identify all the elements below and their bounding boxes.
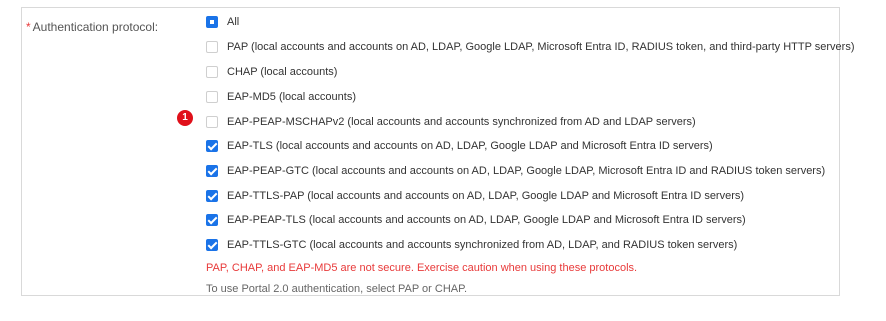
eap-peap-tls-checkbox[interactable] <box>206 214 218 226</box>
eap-md5-checkbox[interactable] <box>206 91 218 103</box>
option-all[interactable]: All <box>206 12 239 32</box>
pap-checkbox[interactable] <box>206 41 218 53</box>
option-label: EAP-TTLS-PAP (local accounts and account… <box>227 190 745 202</box>
option-label: All <box>227 16 240 28</box>
option-eap-peap-mschapv2[interactable]: EAP-PEAP-MSCHAPv2 (local accounts and ac… <box>206 112 696 132</box>
option-pap[interactable]: PAP (local accounts and accounts on AD, … <box>206 37 855 57</box>
option-chap[interactable]: CHAP (local accounts) <box>206 62 337 82</box>
portal-hint: To use Portal 2.0 authentication, select… <box>206 283 468 295</box>
option-eap-tls[interactable]: EAP-TLS (local accounts and accounts on … <box>206 136 713 156</box>
field-label: * Authentication protocol: <box>26 20 158 34</box>
eap-tls-checkbox[interactable] <box>206 140 218 152</box>
option-label: EAP-PEAP-MSCHAPv2 (local accounts and ac… <box>227 116 696 128</box>
option-label: PAP (local accounts and accounts on AD, … <box>227 41 855 53</box>
required-mark: * <box>26 20 31 34</box>
authentication-protocol-panel: * Authentication protocol: 1 All PAP (loc… <box>21 7 855 296</box>
eap-peap-mschapv2-checkbox[interactable] <box>206 116 218 128</box>
security-warning: PAP, CHAP, and EAP-MD5 are not secure. E… <box>206 262 638 274</box>
option-eap-ttls-pap[interactable]: EAP-TTLS-PAP (local accounts and account… <box>206 186 744 206</box>
option-label: CHAP (local accounts) <box>227 66 338 78</box>
chap-checkbox[interactable] <box>206 66 218 78</box>
option-label: EAP-PEAP-GTC (local accounts and account… <box>227 165 826 177</box>
option-label: EAP-TLS (local accounts and accounts on … <box>227 140 713 152</box>
option-label: EAP-PEAP-TLS (local accounts and account… <box>227 214 746 226</box>
eap-ttls-gtc-checkbox[interactable] <box>206 239 218 251</box>
option-label: EAP-MD5 (local accounts) <box>227 91 356 103</box>
option-label: EAP-TTLS-GTC (local accounts and account… <box>227 239 738 251</box>
option-eap-ttls-gtc[interactable]: EAP-TTLS-GTC (local accounts and account… <box>206 235 737 255</box>
field-label-text: Authentication protocol: <box>32 20 159 34</box>
eap-peap-gtc-checkbox[interactable] <box>206 165 218 177</box>
eap-ttls-pap-checkbox[interactable] <box>206 190 218 202</box>
all-checkbox[interactable] <box>206 16 218 28</box>
callout-badge: 1 <box>177 110 193 126</box>
option-eap-md5[interactable]: EAP-MD5 (local accounts) <box>206 87 356 107</box>
option-eap-peap-gtc[interactable]: EAP-PEAP-GTC (local accounts and account… <box>206 161 825 181</box>
option-eap-peap-tls[interactable]: EAP-PEAP-TLS (local accounts and account… <box>206 210 746 230</box>
